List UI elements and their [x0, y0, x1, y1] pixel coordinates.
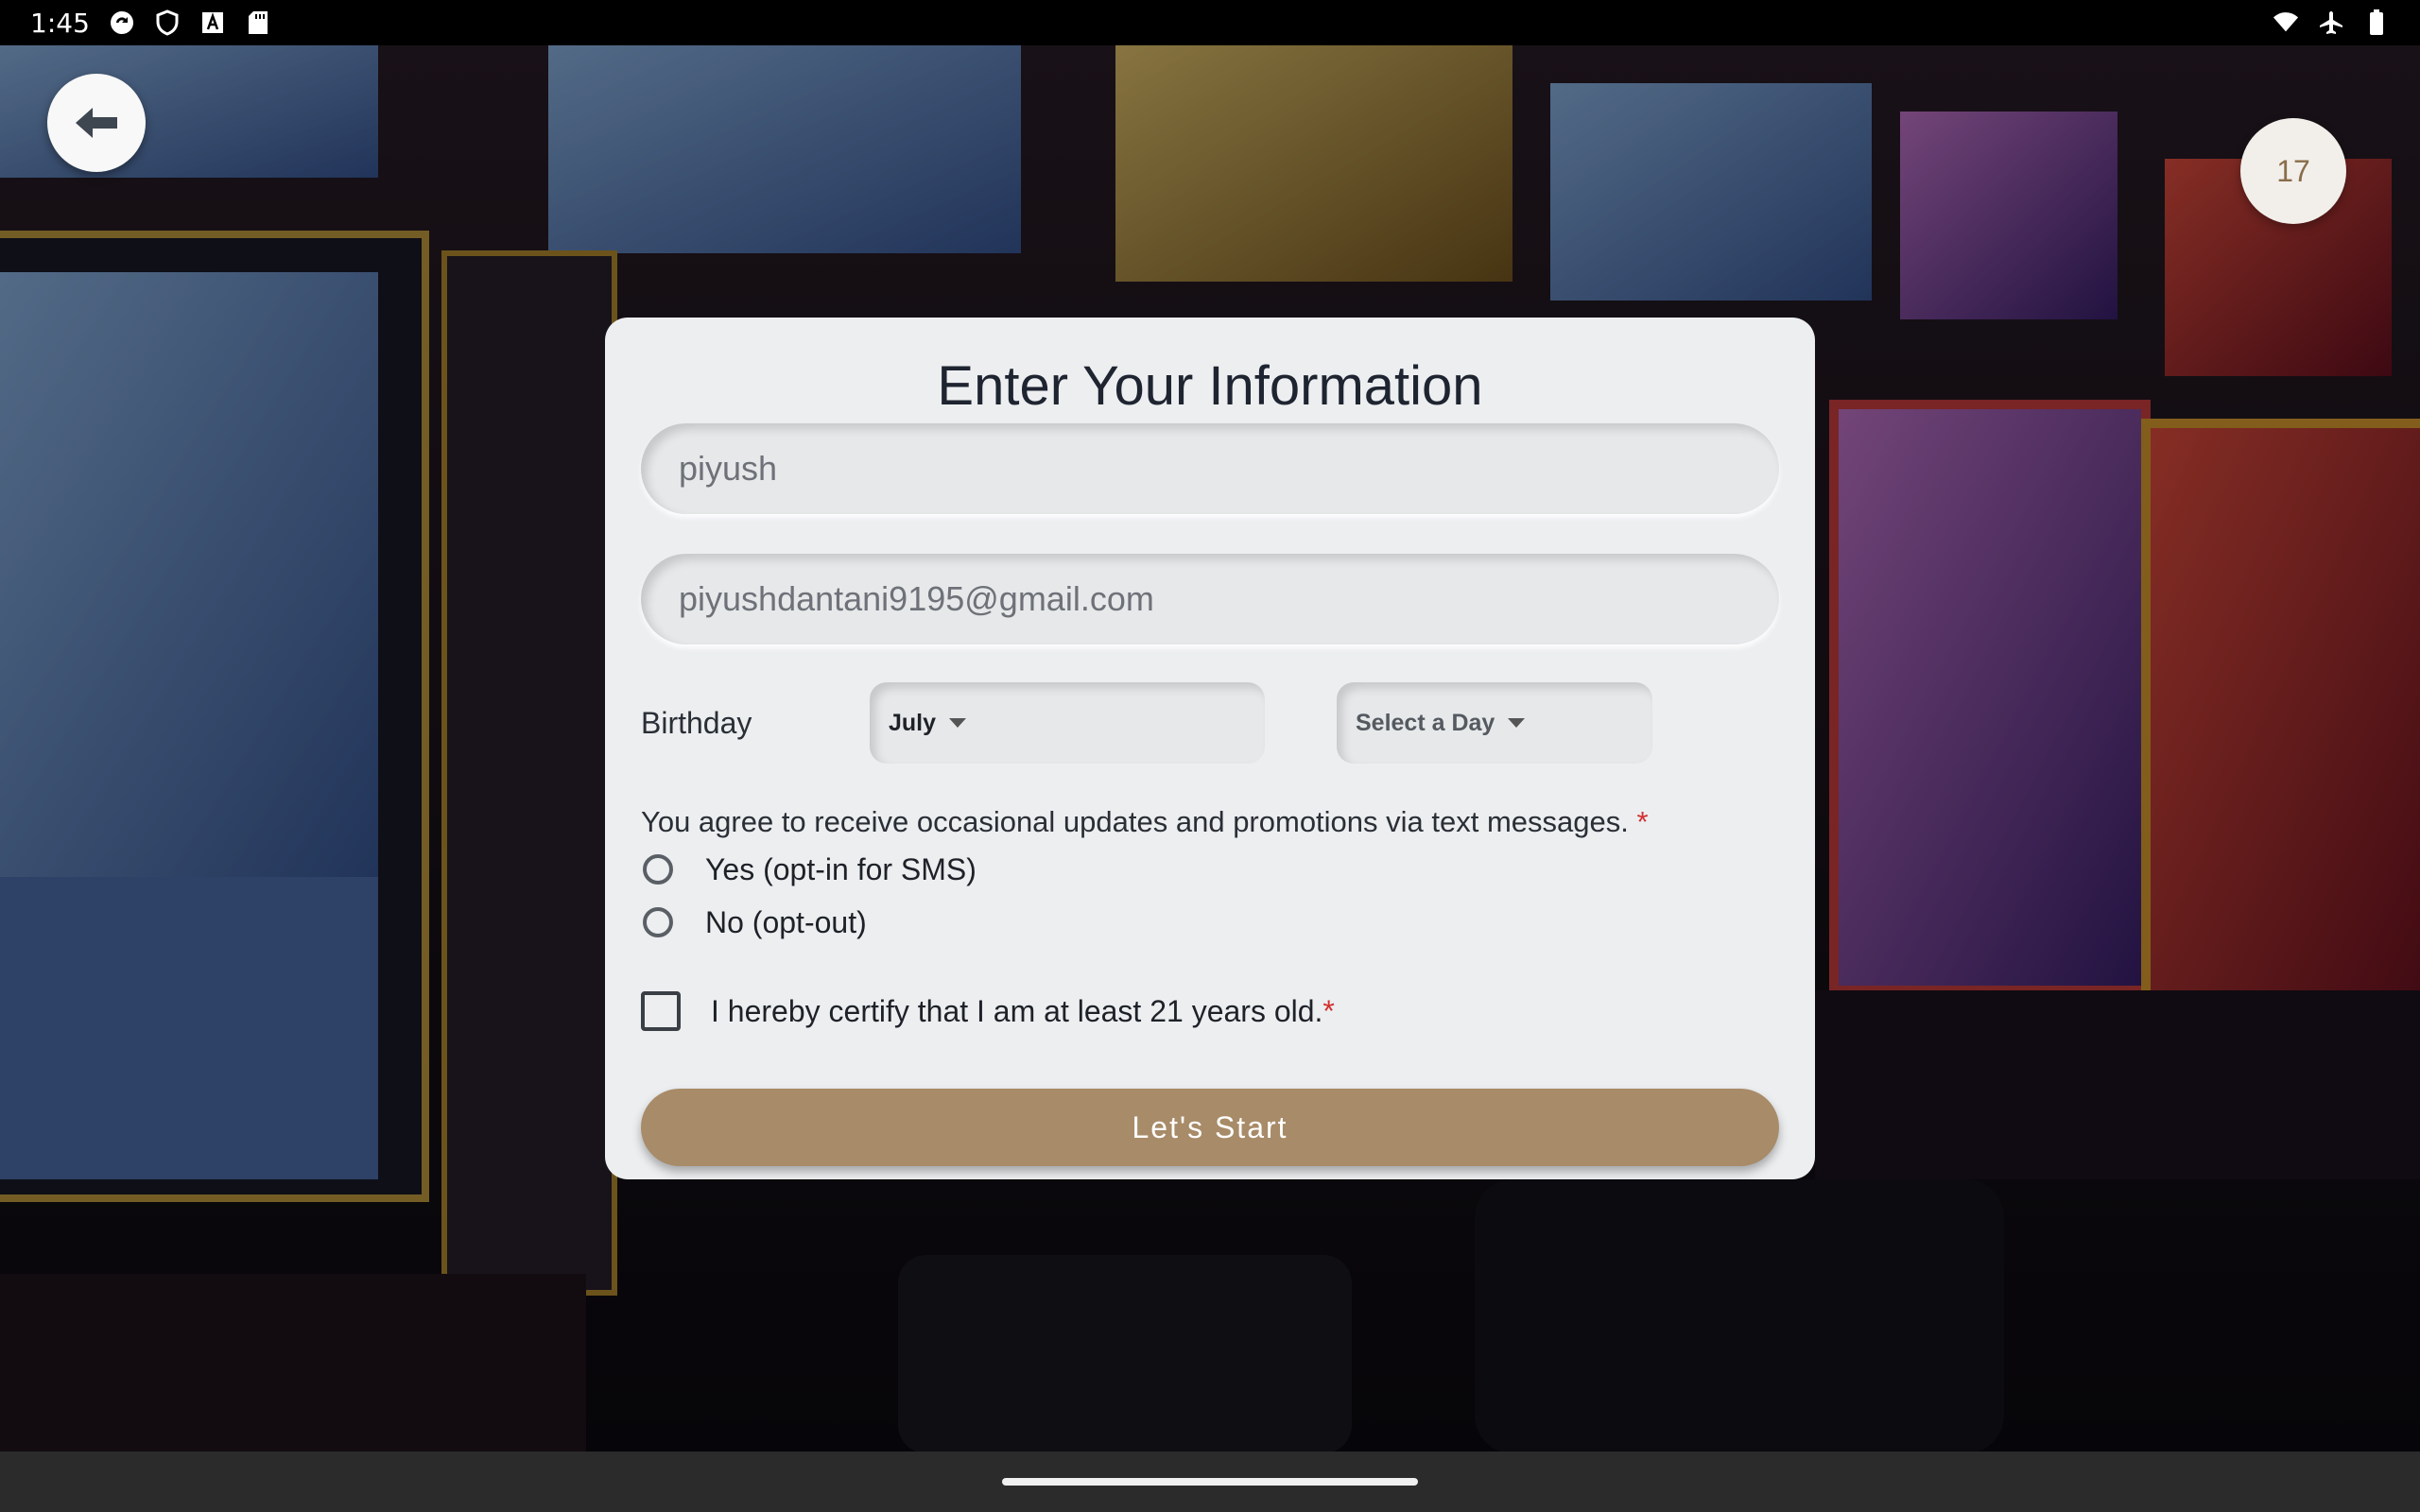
arrow-left-icon — [76, 108, 117, 138]
birthday-label: Birthday — [641, 705, 752, 740]
form-title: Enter Your Information — [937, 355, 1483, 417]
name-input-value: piyush — [679, 449, 778, 488]
sms-consent-question: You agree to receive occasional updates … — [641, 805, 1779, 839]
shield-icon — [154, 9, 181, 36]
sms-no-label: No (opt-out) — [705, 904, 867, 939]
wifi-icon — [2273, 9, 2299, 36]
app-screen: 1:45 17 Enter Your Information piyush pi… — [0, 0, 2420, 1512]
month-select-value: July — [889, 709, 937, 736]
radio-button[interactable] — [643, 854, 673, 885]
day-select[interactable]: Select a Day — [1337, 682, 1652, 764]
email-input-value: piyushdantani9195@gmail.com — [679, 579, 1154, 618]
sms-question-text: You agree to receive occasional updates … — [641, 805, 1629, 838]
font-icon — [199, 9, 226, 36]
registration-form-card: Enter Your Information piyush piyushdant… — [605, 318, 1815, 1179]
battery-icon — [2363, 9, 2390, 36]
status-left: 1:45 — [30, 8, 271, 39]
status-right — [2273, 9, 2390, 36]
month-select[interactable]: July — [870, 682, 1265, 764]
back-button[interactable] — [47, 74, 146, 172]
sms-no-option[interactable]: No (opt-out) — [641, 896, 1779, 949]
sms-yes-label: Yes (opt-in for SMS) — [705, 851, 977, 886]
navigation-bar — [0, 1452, 2420, 1512]
lets-start-button[interactable]: Let's Start — [641, 1089, 1779, 1166]
airplane-icon — [2318, 9, 2344, 36]
day-select-value: Select a Day — [1356, 709, 1495, 736]
radio-button[interactable] — [643, 907, 673, 937]
age-certify-checkbox[interactable] — [641, 991, 681, 1031]
home-gesture-handle[interactable] — [1002, 1478, 1418, 1486]
counter-badge: 17 — [2240, 118, 2346, 224]
sd-card-icon — [245, 9, 271, 36]
birthday-row: Birthday July Select a Day — [641, 682, 1779, 764]
sync-icon — [109, 9, 135, 36]
name-input[interactable]: piyush — [641, 423, 1779, 514]
status-bar: 1:45 — [0, 0, 2420, 45]
chevron-down-icon — [1508, 718, 1526, 728]
email-input[interactable]: piyushdantani9195@gmail.com — [641, 554, 1779, 644]
chevron-down-icon — [949, 718, 967, 728]
sms-yes-option[interactable]: Yes (opt-in for SMS) — [641, 843, 1779, 896]
age-certify-row[interactable]: I hereby certify that I am at least 21 y… — [641, 983, 1779, 1040]
required-marker: * — [1636, 805, 1649, 838]
required-marker: * — [1322, 993, 1335, 1028]
status-time: 1:45 — [30, 7, 90, 39]
age-certify-label: I hereby certify that I am at least 21 y… — [711, 993, 1323, 1028]
